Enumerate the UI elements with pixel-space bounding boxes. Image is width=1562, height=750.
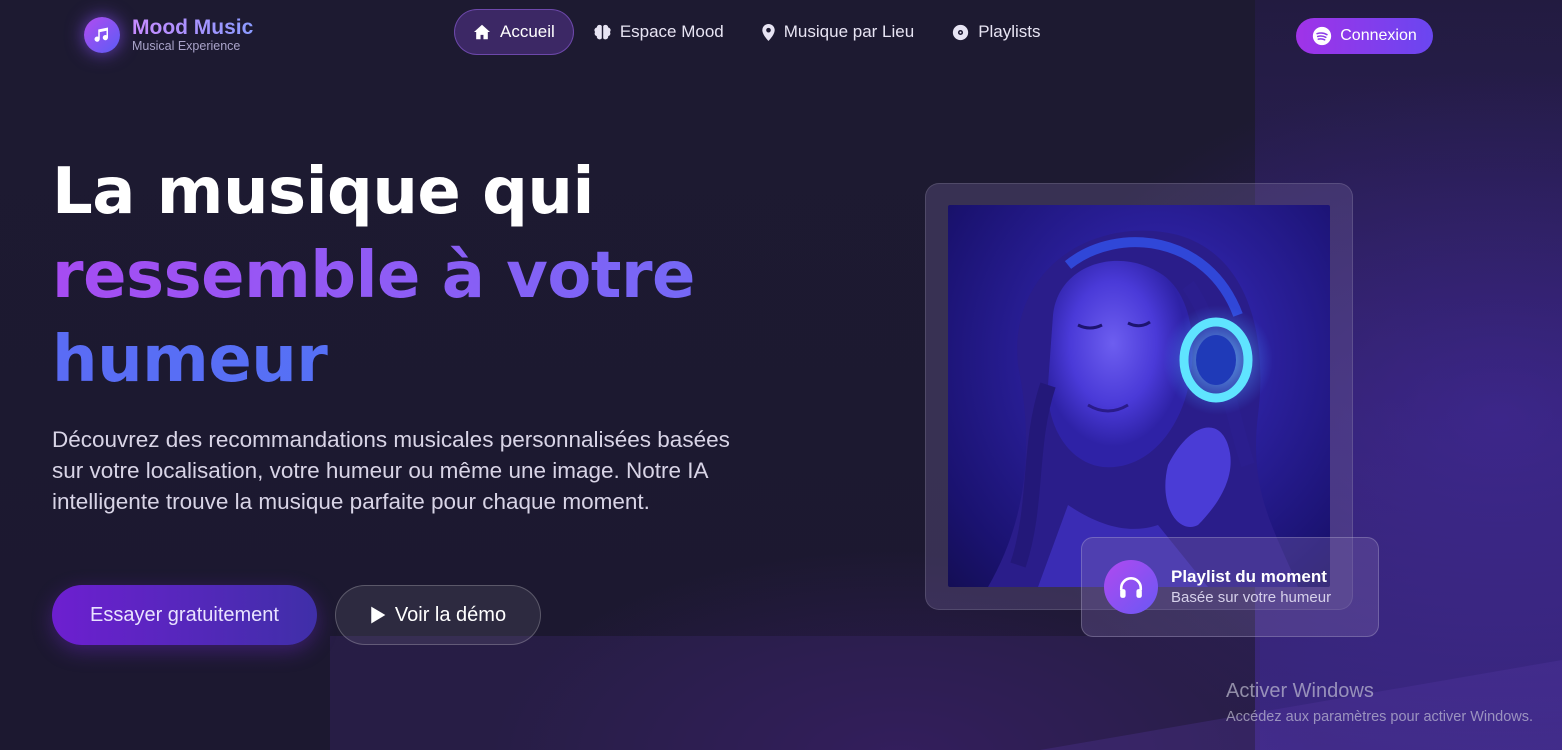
- try-free-button[interactable]: Essayer gratuitement: [52, 585, 317, 645]
- nav-item-musique-par-lieu[interactable]: Musique par Lieu: [744, 9, 932, 55]
- nav-item-playlists[interactable]: Playlists: [934, 9, 1058, 55]
- nav-item-label: Espace Mood: [619, 22, 724, 41]
- hero-title-line-2: ressemble à votre: [52, 234, 812, 318]
- watermark-title: Activer Windows: [1226, 680, 1374, 702]
- login-button[interactable]: Connexion: [1296, 18, 1433, 54]
- windows-activation-watermark: Activer Windows Accédez aux paramètres p…: [1226, 678, 1533, 730]
- demo-label: Voir la démo: [394, 603, 507, 626]
- play-icon: [371, 606, 386, 624]
- login-label: Connexion: [1340, 27, 1417, 44]
- disc-icon: [953, 24, 969, 40]
- nav-item-accueil[interactable]: Accueil: [454, 9, 574, 55]
- spotify-icon: [1313, 26, 1332, 46]
- playlist-card-title: Playlist du moment: [1171, 567, 1327, 586]
- hero-title-line-3: humeur: [52, 318, 812, 402]
- map-pin-icon: [762, 23, 775, 41]
- main-nav: Accueil Espace Mood Musique par Lieu Pla…: [454, 9, 1061, 55]
- hero-image-woman-headphones: [948, 205, 1330, 587]
- playlist-card[interactable]: Playlist du moment Basée sur votre humeu…: [1081, 537, 1379, 637]
- background-shape: [330, 636, 1260, 750]
- playlist-card-subtitle: Basée sur votre humeur: [1171, 589, 1332, 606]
- headphones-icon: [1104, 560, 1158, 614]
- nav-item-label: Playlists: [978, 22, 1041, 41]
- music-note-icon: [84, 17, 120, 53]
- brain-icon: [594, 24, 611, 40]
- brand-logo[interactable]: Mood Music Musical Experience: [84, 17, 253, 53]
- try-free-label: Essayer gratuitement: [90, 603, 279, 626]
- hero-title: La musique qui ressemble à votre humeur: [52, 150, 812, 402]
- hero-description: Découvrez des recommandations musicales …: [52, 427, 730, 514]
- home-icon: [474, 24, 490, 40]
- hero-title-line-1: La musique qui: [52, 155, 594, 229]
- nav-item-espace-mood[interactable]: Espace Mood: [576, 9, 742, 55]
- watermark-subtitle: Accédez aux paramètres pour activer Wind…: [1226, 709, 1534, 725]
- brand-tagline: Musical Experience: [132, 39, 241, 53]
- demo-button[interactable]: Voir la démo: [335, 585, 541, 645]
- nav-item-label: Accueil: [500, 22, 555, 41]
- nav-item-label: Musique par Lieu: [783, 22, 915, 41]
- brand-name: Mood Music: [132, 16, 254, 39]
